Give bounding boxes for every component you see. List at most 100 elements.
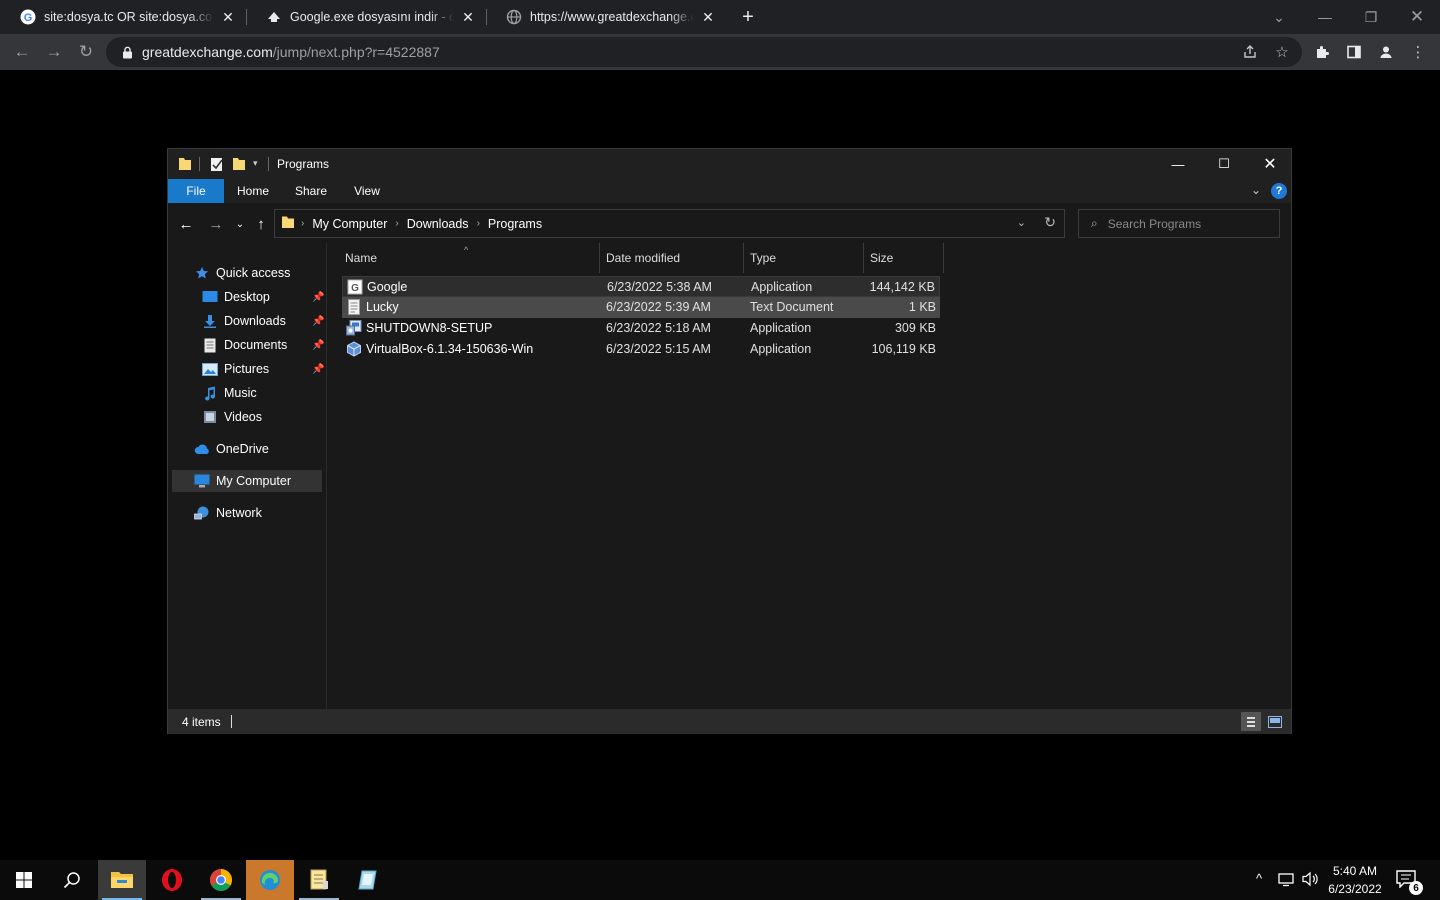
customize-toolbar-icon[interactable]: ▾ bbox=[253, 158, 267, 174]
taskbar-opera[interactable] bbox=[148, 860, 196, 900]
edge-icon bbox=[260, 870, 280, 890]
extensions-icon[interactable] bbox=[1309, 39, 1335, 65]
address-bar[interactable]: greatdexchange.com/jump/next.php?r=45228… bbox=[106, 37, 1302, 67]
new-tab-button[interactable]: + bbox=[736, 5, 760, 29]
nav-documents[interactable]: Documents 📌 bbox=[202, 334, 324, 356]
close-window-icon[interactable]: ✕ bbox=[1247, 149, 1293, 179]
column-header-date[interactable]: Date modified bbox=[600, 243, 744, 273]
close-icon[interactable]: ✕ bbox=[700, 9, 716, 25]
column-header-type[interactable]: Type bbox=[744, 243, 864, 273]
details-view-icon[interactable] bbox=[1241, 712, 1261, 731]
item-count: 4 items bbox=[182, 714, 221, 729]
file-row[interactable]: Lucky 6/23/2022 5:39 AM Text Document 1 … bbox=[342, 297, 940, 318]
chevron-down-icon[interactable]: ⌄ bbox=[1017, 216, 1026, 229]
nav-videos[interactable]: Videos bbox=[202, 406, 322, 428]
ribbon-tab-share[interactable]: Share bbox=[286, 179, 336, 203]
lock-icon[interactable] bbox=[120, 45, 134, 59]
tab-search-icon[interactable]: ⌄ bbox=[1256, 0, 1302, 34]
share-icon[interactable] bbox=[1237, 39, 1263, 65]
file-row[interactable]: G Google 6/23/2022 5:38 AM Application 1… bbox=[342, 276, 940, 297]
search-icon[interactable] bbox=[48, 860, 96, 900]
show-hidden-icons-icon[interactable]: ^ bbox=[1256, 871, 1262, 886]
nav-music[interactable]: Music bbox=[202, 382, 322, 404]
globe-icon bbox=[506, 9, 522, 25]
address-row: ← → ⌄ ↑ › My Computer › Downloads › Prog… bbox=[168, 203, 1291, 243]
properties-icon[interactable] bbox=[210, 156, 224, 172]
breadcrumb-programs[interactable]: Programs bbox=[488, 217, 542, 231]
nav-onedrive[interactable]: OneDrive bbox=[194, 438, 322, 460]
separator bbox=[199, 157, 200, 171]
pin-icon[interactable]: 📌 bbox=[312, 340, 324, 351]
large-icons-view-icon[interactable] bbox=[1265, 712, 1285, 731]
pin-icon[interactable]: 📌 bbox=[312, 292, 324, 303]
ribbon-tab-view[interactable]: View bbox=[344, 179, 390, 203]
taskbar-notepad-app[interactable] bbox=[295, 860, 343, 900]
back-arrow-icon[interactable]: ← bbox=[8, 38, 36, 66]
taskbar-file-explorer[interactable] bbox=[98, 860, 146, 900]
close-window-icon[interactable]: ✕ bbox=[1394, 0, 1440, 34]
breadcrumb-separator-icon[interactable]: › bbox=[477, 218, 480, 229]
minimize-icon[interactable]: — bbox=[1155, 149, 1201, 179]
maximize-icon[interactable]: ☐ bbox=[1201, 149, 1247, 179]
taskbar-edge[interactable] bbox=[246, 860, 294, 900]
taskbar-chrome[interactable] bbox=[197, 860, 245, 900]
nav-network[interactable]: Network bbox=[194, 502, 322, 524]
status-bar: 4 items bbox=[168, 709, 1291, 734]
browser-tab-download[interactable]: Google.exe dosyasını indir - dow ✕ bbox=[246, 0, 486, 34]
breadcrumb-separator-icon[interactable]: › bbox=[301, 218, 304, 229]
expand-ribbon-icon[interactable]: ⌄ bbox=[1251, 183, 1261, 197]
back-arrow-icon[interactable]: ← bbox=[176, 214, 196, 234]
up-arrow-icon[interactable]: ↑ bbox=[251, 214, 271, 234]
browser-tab-active[interactable]: https://www.greatdexchange.com ✕ bbox=[486, 0, 726, 34]
pin-icon[interactable]: 📌 bbox=[312, 364, 324, 375]
minimize-icon[interactable]: — bbox=[1302, 0, 1348, 34]
nav-pictures[interactable]: Pictures 📌 bbox=[202, 358, 324, 380]
ribbon-tab-file[interactable]: File bbox=[168, 179, 224, 203]
app-icon bbox=[358, 870, 377, 890]
ribbon-tabs: File Home Share View ⌄ ? bbox=[168, 179, 1291, 203]
system-clock[interactable]: 5:40 AM 6/23/2022 bbox=[1320, 862, 1390, 898]
side-panel-icon[interactable] bbox=[1341, 39, 1367, 65]
nav-label: Quick access bbox=[216, 266, 291, 280]
pictures-icon bbox=[202, 361, 218, 377]
breadcrumb-separator-icon[interactable]: › bbox=[395, 218, 398, 229]
nav-my-computer[interactable]: My Computer bbox=[172, 470, 322, 492]
pin-icon[interactable]: 📌 bbox=[312, 316, 324, 327]
refresh-icon[interactable]: ↻ bbox=[1044, 214, 1056, 231]
recent-locations-icon[interactable]: ⌄ bbox=[230, 214, 250, 234]
nav-label: Videos bbox=[224, 410, 262, 424]
help-icon[interactable]: ? bbox=[1271, 183, 1287, 199]
nav-quick-access[interactable]: Quick access bbox=[194, 262, 322, 284]
nav-downloads[interactable]: Downloads 📌 bbox=[202, 310, 324, 332]
browser-tab-search[interactable]: G site:dosya.tc OR site:dosya.co exe ✕ bbox=[0, 0, 246, 34]
folder-icon[interactable] bbox=[178, 156, 192, 172]
restore-icon[interactable]: ❐ bbox=[1348, 0, 1394, 34]
forward-arrow-icon[interactable]: → bbox=[40, 38, 68, 66]
nav-desktop[interactable]: Desktop 📌 bbox=[202, 286, 324, 308]
explorer-address-bar[interactable]: › My Computer › Downloads › Programs ⌄ ↻ bbox=[274, 209, 1065, 238]
taskbar-tool-app[interactable] bbox=[344, 860, 392, 900]
menu-kebab-icon[interactable]: ⋮ bbox=[1405, 39, 1431, 65]
music-icon bbox=[202, 385, 218, 401]
action-center-icon[interactable]: 6 bbox=[1396, 870, 1423, 895]
file-row[interactable]: VirtualBox-6.1.34-150636-Win 6/23/2022 5… bbox=[342, 339, 940, 360]
breadcrumb-downloads[interactable]: Downloads bbox=[407, 217, 469, 231]
desktop-icon bbox=[202, 289, 218, 305]
network-icon[interactable] bbox=[1278, 871, 1296, 890]
bookmark-star-icon[interactable]: ☆ bbox=[1269, 39, 1295, 65]
close-icon[interactable]: ✕ bbox=[460, 9, 476, 25]
new-folder-icon[interactable] bbox=[232, 156, 246, 172]
ribbon-tab-home[interactable]: Home bbox=[228, 179, 278, 203]
close-icon[interactable]: ✕ bbox=[220, 9, 236, 25]
start-button[interactable] bbox=[0, 860, 48, 900]
volume-icon[interactable] bbox=[1302, 871, 1320, 890]
forward-arrow-icon[interactable]: → bbox=[206, 214, 226, 234]
column-header-name[interactable]: Name ^ bbox=[327, 243, 600, 273]
reload-icon[interactable]: ↻ bbox=[72, 38, 100, 66]
profile-icon[interactable] bbox=[1373, 39, 1399, 65]
search-icon: ⌕ bbox=[1091, 216, 1098, 230]
file-row[interactable]: SHUTDOWN8-SETUP 6/23/2022 5:18 AM Applic… bbox=[342, 318, 940, 339]
search-input[interactable]: ⌕ Search Programs bbox=[1078, 209, 1280, 238]
column-header-size[interactable]: Size bbox=[864, 243, 944, 273]
breadcrumb-my-computer[interactable]: My Computer bbox=[312, 217, 387, 231]
